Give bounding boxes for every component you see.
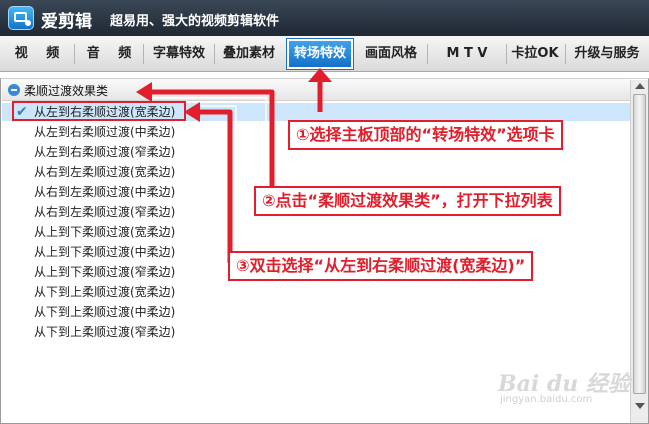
list-item[interactable]: 从左到右柔顺过渡(中柔边) (34, 123, 175, 141)
vertical-scrollbar[interactable] (630, 80, 648, 423)
tab-picture-style[interactable]: 画面风格 (358, 39, 424, 69)
tab-audio[interactable]: 音 频 (78, 39, 140, 69)
category-label: 柔顺过渡效果类 (24, 84, 109, 98)
annotation-step-3: ③双击选择“从左到右柔顺过渡(宽柔边)” (228, 251, 534, 281)
tab-karaoke[interactable]: 卡拉OK (508, 39, 562, 69)
list-item[interactable]: 从左到右柔顺过渡(窄柔边) (34, 143, 175, 161)
watermark-url: jingyan.baidu.com (500, 394, 593, 405)
list-item[interactable]: 从上到下柔顺过渡(中柔边) (34, 243, 175, 261)
list-item[interactable]: 从右到左柔顺过渡(宽柔边) (34, 163, 175, 181)
selected-item-highlight-box (12, 101, 186, 121)
scroll-up-arrow-icon[interactable] (635, 83, 645, 89)
tab-overlay-materials[interactable]: 叠加素材 (216, 39, 282, 69)
main-tab-bar: 视 频 音 频 字幕特效 叠加素材 转场特效 画面风格 M T V 卡拉OK 升… (0, 36, 649, 72)
tab-transition-effects[interactable]: 转场特效 (286, 38, 354, 70)
list-item[interactable]: 从上到下柔顺过渡(宽柔边) (34, 223, 175, 241)
tab-mtv[interactable]: M T V (430, 39, 504, 69)
list-item[interactable]: 从下到上柔顺过渡(窄柔边) (34, 323, 175, 341)
scroll-thumb[interactable] (633, 94, 646, 394)
list-item[interactable]: 从上到下柔顺过渡(窄柔边) (34, 263, 175, 281)
annotation-step-1: ①选择主板顶部的“转场特效”选项卡 (288, 120, 563, 150)
tab-upgrade-service[interactable]: 升级与服务 (567, 39, 647, 69)
annotation-step-2: ②点击“柔顺过渡效果类”，打开下拉列表 (254, 186, 561, 216)
list-item[interactable]: 从下到上柔顺过渡(宽柔边) (34, 283, 175, 301)
list-item[interactable]: 从右到左柔顺过渡(窄柔边) (34, 203, 175, 221)
app-name: 爱剪辑 (41, 12, 92, 32)
list-item[interactable]: 从右到左柔顺过渡(中柔边) (34, 183, 175, 201)
app-slogan: 超易用、强大的视频剪辑软件 (110, 14, 280, 29)
collapse-icon[interactable] (8, 84, 20, 96)
tab-video[interactable]: 视 频 (4, 39, 70, 69)
tab-subtitle-effects[interactable]: 字幕特效 (146, 39, 212, 69)
scroll-down-arrow-icon[interactable] (635, 403, 645, 409)
app-logo-icon (8, 6, 34, 30)
title-bar: 爱剪辑 超易用、强大的视频剪辑软件 (0, 0, 649, 36)
list-item[interactable]: 从下到上柔顺过渡(中柔边) (34, 303, 175, 321)
category-header[interactable]: 柔顺过渡效果类 (2, 79, 630, 101)
